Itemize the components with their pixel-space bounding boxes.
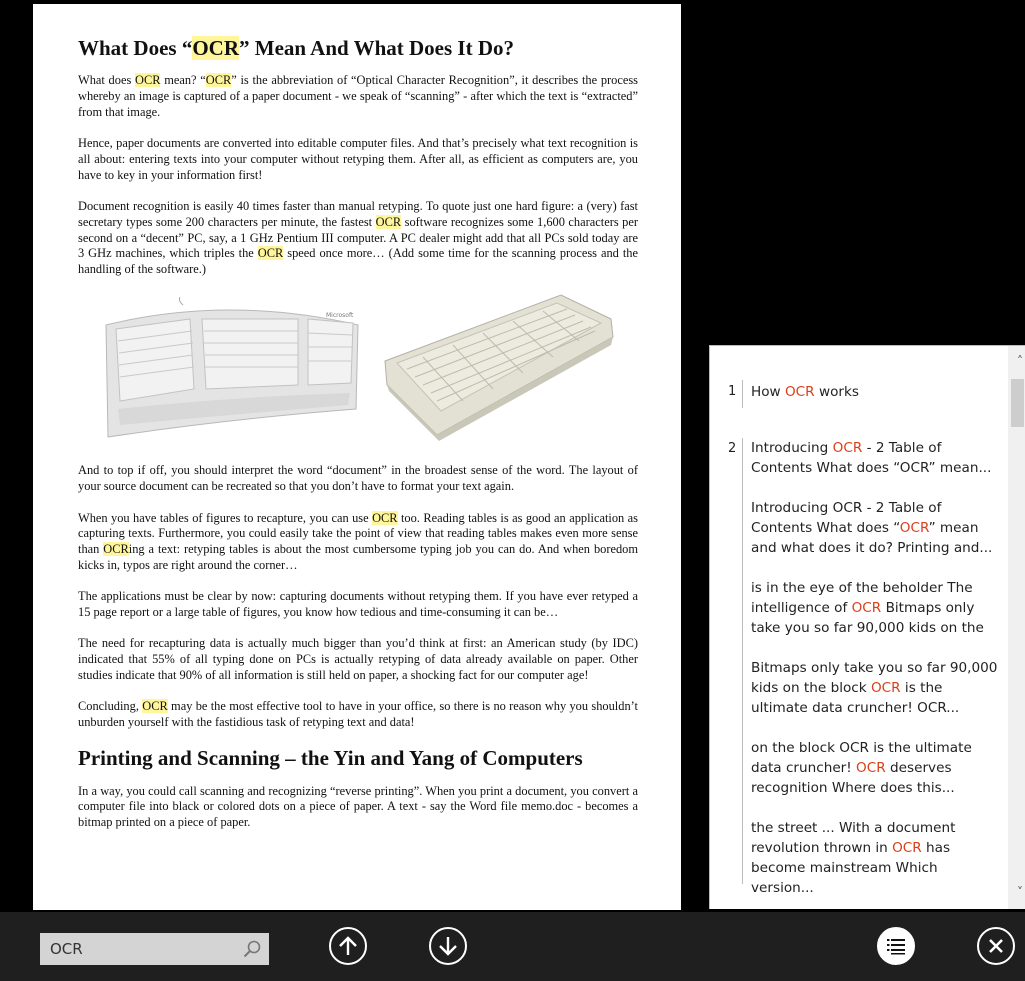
result-page-number: 2 — [728, 441, 737, 456]
paragraph: The need for recapturing data is actuall… — [78, 636, 638, 682]
search-result-item[interactable]: on the block OCR is the ultimate data cr… — [751, 738, 1001, 798]
search-highlight: OCR — [135, 73, 161, 88]
document-page: What Does “OCR” Mean And What Does It Do… — [33, 4, 681, 910]
search-highlight: OCR — [192, 36, 240, 60]
match-text: OCR — [832, 440, 863, 456]
page-divider — [742, 380, 743, 408]
paragraph: The applications must be clear by now: c… — [78, 589, 638, 620]
ergonomic-keyboard-image: Microsoft — [105, 297, 359, 439]
document-title: What Does “OCR” Mean And What Does It Do… — [78, 36, 638, 61]
paragraph: When you have tables of figures to recap… — [78, 510, 638, 572]
results-scrollbar[interactable]: ˄ ˅ — [1008, 346, 1025, 909]
search-result-item[interactable]: How OCR works — [751, 382, 1001, 402]
page-divider — [742, 438, 743, 884]
scrollbar-thumb[interactable] — [1011, 379, 1024, 427]
match-text: OCR — [856, 760, 886, 776]
match-text: OCR — [870, 680, 901, 696]
standard-keyboard-image — [384, 294, 614, 442]
arrow-down-icon — [439, 937, 457, 956]
chevron-down-icon[interactable]: ˅ — [1017, 885, 1023, 899]
document-content: What Does “OCR” Mean And What Does It Do… — [78, 36, 638, 846]
keyboard-images: Microsoft — [78, 293, 638, 445]
list-icon — [887, 939, 905, 955]
arrow-up-icon — [339, 936, 357, 955]
previous-result-button[interactable] — [329, 927, 367, 965]
close-icon — [989, 939, 1003, 953]
search-result-item[interactable]: Introducing OCR - 2 Table of Contents Wh… — [751, 498, 1001, 558]
search-result-item[interactable]: Bitmaps only take you so far 90,000 kids… — [751, 658, 1001, 718]
close-search-button[interactable] — [977, 927, 1015, 965]
match-text: OCR — [784, 384, 815, 400]
match-text: OCR — [851, 600, 882, 616]
next-result-button[interactable] — [429, 927, 467, 965]
chevron-up-icon[interactable]: ˄ — [1017, 354, 1023, 368]
search-highlight: OCR — [375, 214, 402, 229]
results-list-button[interactable] — [877, 927, 915, 965]
title-text: What Does “ — [78, 36, 193, 60]
result-page-number: 1 — [728, 384, 737, 399]
search-highlight: OCR — [372, 510, 398, 525]
search-box[interactable] — [40, 933, 269, 965]
paragraph: Document recognition is easily 40 times … — [78, 198, 638, 277]
search-input[interactable] — [40, 933, 230, 965]
match-text: OCR — [899, 520, 929, 536]
keyboard-brand-logo: Microsoft — [326, 312, 354, 319]
paragraph: Concluding, OCR may be the most effectiv… — [78, 699, 638, 730]
search-icon[interactable] — [243, 940, 261, 958]
section-heading: Printing and Scanning – the Yin and Yang… — [78, 746, 583, 771]
paragraph: What does OCR mean? “OCR” is the abbrevi… — [78, 73, 638, 119]
bottom-app-bar — [0, 912, 1025, 981]
search-highlight: OCR — [142, 699, 168, 714]
search-result-item[interactable]: Introducing OCR - 2 Table of Contents Wh… — [751, 438, 1001, 478]
search-results-panel[interactable]: 1 How OCR works 2 Introducing OCR - 2 Ta… — [709, 345, 1025, 909]
match-text: OCR — [892, 840, 922, 856]
search-highlight: OCR — [205, 73, 232, 88]
paragraph: In a way, you could call scanning and re… — [78, 783, 638, 830]
title-text: ” Mean And What Does It Do? — [239, 36, 514, 60]
search-result-item[interactable]: is in the eye of the beholder The intell… — [751, 578, 1001, 638]
search-highlight: OCR — [103, 542, 129, 557]
paragraph: And to top if off, you should interpret … — [78, 463, 638, 494]
search-result-item[interactable]: the street ... With a document revolutio… — [751, 818, 1001, 898]
search-highlight: OCR — [257, 246, 284, 261]
paragraph: Hence, paper documents are converted int… — [78, 136, 638, 182]
